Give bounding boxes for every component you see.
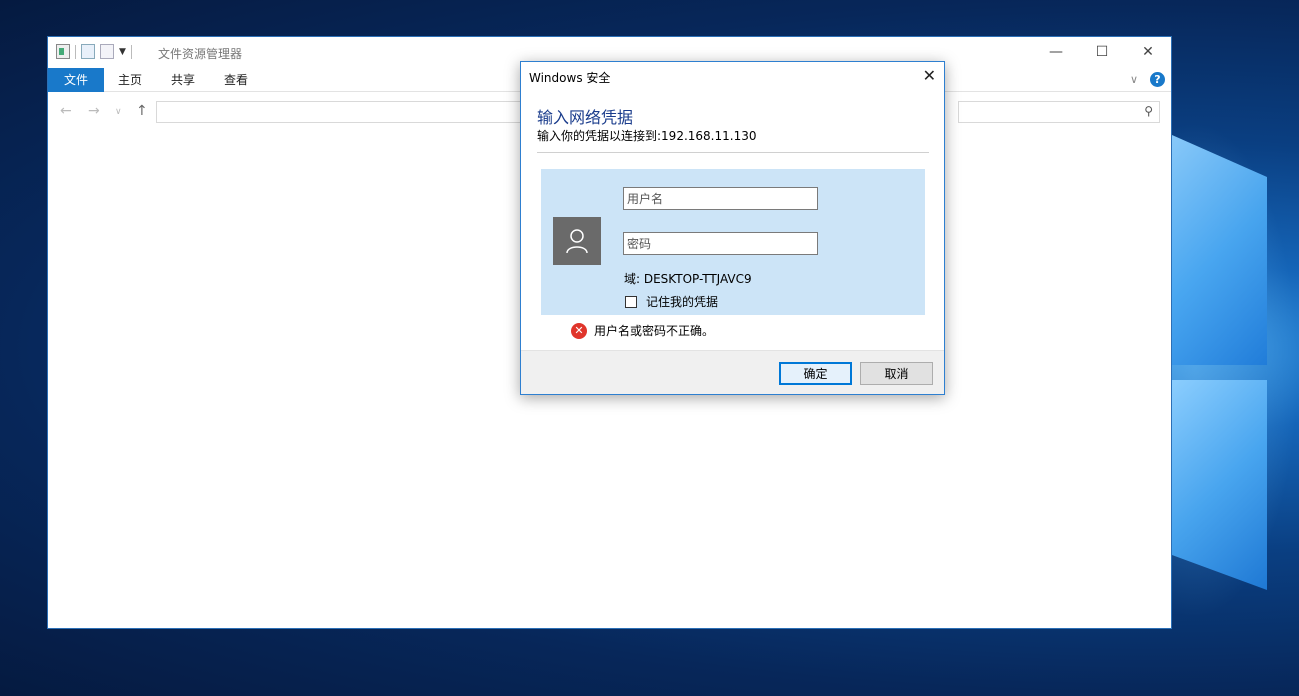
tab-home[interactable]: 主页 — [104, 68, 156, 92]
windows-logo-pane — [1172, 380, 1267, 590]
search-box[interactable]: ⚲ — [958, 101, 1160, 123]
close-icon[interactable]: ✕ — [923, 66, 936, 85]
forward-arrow-icon[interactable]: → — [88, 103, 100, 119]
toolbar-separator — [75, 44, 76, 59]
dialog-heading: 输入网络凭据 — [537, 108, 634, 127]
back-arrow-icon[interactable]: ← — [60, 103, 72, 119]
maximize-icon[interactable]: ☐ — [1079, 37, 1125, 67]
network-credentials-dialog: Windows 安全 ✕ 输入网络凭据 输入你的凭据以连接到:192.168.1… — [520, 61, 945, 395]
domain-label: 域: DESKTOP-TTJAVC9 — [624, 272, 752, 286]
error-message: ✕ 用户名或密码不正确。 — [571, 322, 714, 339]
recent-dropdown-icon[interactable]: ∨ — [115, 107, 122, 117]
qat-dropdown-icon[interactable]: ▼ — [119, 47, 126, 57]
search-icon[interactable]: ⚲ — [1144, 104, 1153, 118]
tab-view[interactable]: 查看 — [210, 68, 262, 92]
error-icon: ✕ — [571, 322, 587, 339]
divider — [537, 152, 929, 153]
remember-checkbox[interactable] — [625, 295, 637, 308]
help-icon[interactable]: ? — [1150, 72, 1165, 87]
quick-access-toolbar: ▼ — [56, 44, 132, 59]
minimize-icon[interactable]: — — [1033, 37, 1079, 67]
dialog-title: Windows 安全 — [529, 71, 611, 85]
dialog-titlebar: Windows 安全 ✕ — [521, 62, 944, 90]
close-icon[interactable]: ✕ — [1125, 37, 1171, 67]
up-arrow-icon[interactable]: ↑ — [136, 103, 148, 119]
tab-file[interactable]: 文件 — [48, 68, 104, 92]
window-controls: — ☐ ✕ — [1033, 37, 1171, 67]
ribbon-controls: ∨ ? — [1130, 72, 1165, 87]
explorer-title: 文件资源管理器 — [158, 47, 243, 61]
remember-label: 记住我的凭据 — [646, 295, 719, 309]
ribbon-expand-icon[interactable]: ∨ — [1130, 73, 1138, 86]
error-text: 用户名或密码不正确。 — [594, 324, 715, 338]
dialog-subtitle: 输入你的凭据以连接到:192.168.11.130 — [537, 129, 757, 143]
credential-panel: 域: DESKTOP-TTJAVC9 记住我的凭据 — [541, 169, 925, 315]
toolbar-separator — [130, 44, 132, 59]
cancel-button[interactable]: 取消 — [860, 362, 933, 385]
username-field[interactable] — [623, 187, 818, 210]
ok-button[interactable]: 确定 — [779, 362, 852, 385]
checkmark-icon[interactable] — [81, 44, 95, 59]
remember-credentials[interactable]: 记住我的凭据 — [625, 293, 718, 310]
user-avatar-icon — [553, 217, 601, 265]
properties-icon[interactable] — [56, 44, 70, 59]
new-folder-icon[interactable] — [100, 44, 114, 59]
dialog-footer: 确定 取消 — [521, 350, 944, 394]
tab-share[interactable]: 共享 — [157, 68, 209, 92]
password-field[interactable] — [623, 232, 818, 255]
